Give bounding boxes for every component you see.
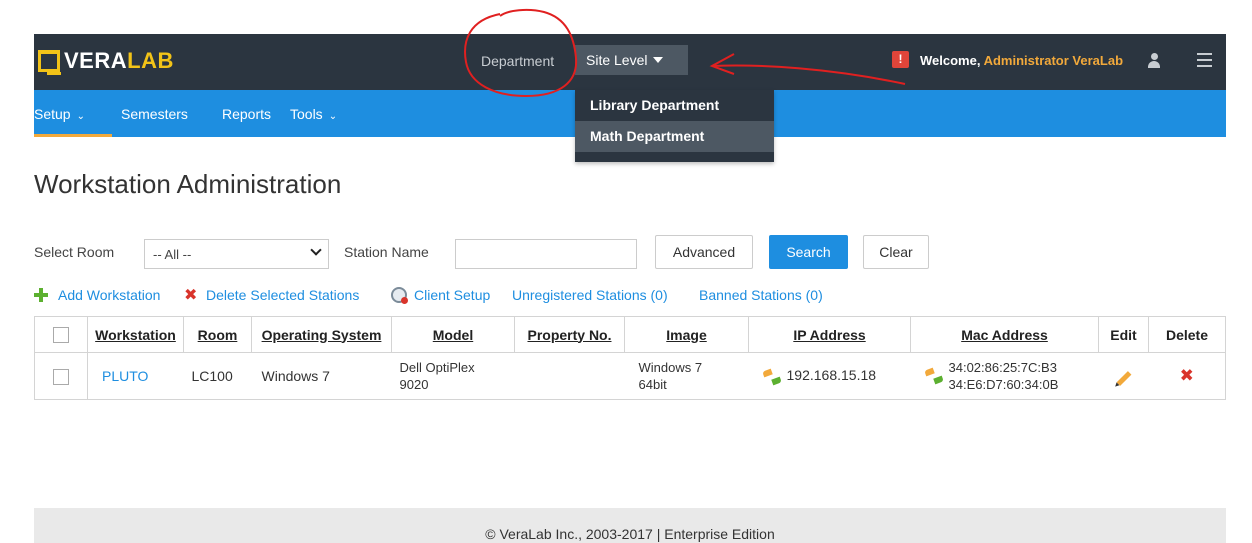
add-icon: [34, 288, 48, 302]
clear-button[interactable]: Clear: [863, 235, 929, 269]
page-title: Workstation Administration: [34, 169, 342, 199]
top-navbar: VERA LAB Department Site Level ! Welcome,…: [34, 34, 1226, 90]
mac-line-2: 34:E6:D7:60:34:0B: [948, 377, 1059, 392]
delete-selected-link[interactable]: Delete Selected Stations: [206, 287, 359, 303]
image-line-1: Windows 7: [638, 360, 703, 375]
col-image[interactable]: Image: [624, 316, 749, 353]
image-line-2: 64bit: [638, 377, 667, 392]
workstation-cell: PLUTO: [87, 352, 184, 400]
os-cell: Windows 7: [251, 352, 392, 400]
col-edit: Edit: [1098, 316, 1149, 353]
delete-x-icon[interactable]: ✖: [1180, 366, 1194, 385]
active-nav-indicator: [34, 134, 112, 137]
table-header-row: Workstation Room Operating System Model …: [34, 316, 1226, 353]
unregistered-stations-link[interactable]: Unregistered Stations (0): [512, 287, 668, 303]
select-all-checkbox[interactable]: [53, 327, 69, 344]
search-button[interactable]: Search: [769, 235, 848, 269]
logo-text-vera: VERA: [64, 48, 128, 73]
col-workstation[interactable]: Workstation: [87, 316, 184, 353]
chevron-down-icon: ⌄: [76, 111, 85, 122]
nav-item-label: Reports: [222, 106, 272, 122]
edit-cell: [1098, 352, 1149, 400]
station-name-label: Station Name: [344, 244, 429, 260]
footer-text: © VeraLab Inc., 2003-2017 | Enterprise E…: [485, 526, 775, 542]
dropdown-item-library[interactable]: Library Department: [575, 90, 774, 121]
hamburger-menu-icon[interactable]: [1197, 53, 1212, 67]
property-cell: [514, 352, 625, 400]
chevron-down-icon: [310, 244, 322, 256]
veralab-logo[interactable]: VERA LAB: [38, 48, 174, 75]
welcome-user-link[interactable]: Administrator VeraLab: [984, 53, 1123, 68]
model-cell: Dell OptiPlex 9020: [391, 352, 515, 400]
welcome-prefix: Welcome,: [920, 53, 984, 68]
site-level-dropdown[interactable]: Site Level: [575, 45, 688, 75]
alert-icon[interactable]: !: [892, 51, 909, 68]
select-all-header: [34, 316, 88, 353]
nav-item-semesters[interactable]: Semesters: [121, 106, 188, 122]
image-cell: Windows 7 64bit: [624, 352, 749, 400]
col-os[interactable]: Operating System: [251, 316, 392, 353]
room-select[interactable]: -- All --: [144, 239, 329, 269]
row-select-cell: [34, 352, 88, 400]
col-ip[interactable]: IP Address: [748, 316, 911, 353]
workstation-link[interactable]: PLUTO: [102, 368, 148, 384]
ip-value: 192.168.15.18: [786, 367, 877, 384]
col-property[interactable]: Property No.: [514, 316, 625, 353]
client-setup-icon: [391, 287, 408, 304]
model-line-2: 9020: [399, 377, 429, 392]
nav-item-reports[interactable]: Reports: [222, 106, 271, 122]
nav-item-setup[interactable]: Setup ⌄: [34, 106, 85, 122]
nav-item-label: Setup: [34, 106, 71, 122]
chevron-down-icon: ⌄: [328, 111, 338, 122]
add-workstation-link[interactable]: Add Workstation: [58, 287, 160, 303]
workstations-table: Workstation Room Operating System Model …: [34, 316, 1226, 400]
room-cell: LC100: [183, 352, 252, 400]
caret-down-icon: [653, 57, 664, 63]
banned-stations-link[interactable]: Banned Stations (0): [699, 287, 823, 303]
col-delete: Delete: [1148, 316, 1226, 353]
row-checkbox[interactable]: [53, 368, 69, 385]
monitor-logo-icon: [38, 50, 61, 75]
mac-cell: 34:02:86:25:7C:B3 34:E6:D7:60:34:0B: [910, 352, 1099, 400]
department-label: Department: [481, 53, 555, 69]
delete-cell: ✖: [1148, 352, 1226, 400]
col-room[interactable]: Room: [183, 316, 252, 353]
footer: © VeraLab Inc., 2003-2017 | Enterprise E…: [34, 508, 1226, 543]
model-line-1: Dell OptiPlex: [399, 360, 475, 375]
dropdown-item-math[interactable]: Math Department: [575, 121, 774, 152]
mac-line-1: 34:02:86:25:7C:B3: [948, 360, 1057, 375]
col-model[interactable]: Model: [391, 316, 515, 353]
nav-item-label: Semesters: [121, 106, 188, 122]
welcome-text: Welcome, Administrator VeraLab: [920, 53, 1123, 68]
table-row: PLUTO LC100 Windows 7 Dell OptiPlex 9020…: [34, 352, 1226, 400]
logo-text-lab: LAB: [127, 48, 174, 73]
department-dropdown-menu: Library Department Math Department: [575, 90, 774, 162]
sync-icon: [763, 369, 781, 385]
site-level-label: Site Level: [586, 52, 648, 68]
station-name-input[interactable]: [455, 239, 637, 269]
room-select-value: -- All --: [153, 247, 192, 262]
client-setup-link[interactable]: Client Setup: [414, 287, 490, 303]
nav-item-tools[interactable]: Tools ⌄: [290, 106, 337, 122]
user-icon[interactable]: [1147, 53, 1161, 69]
nav-item-label: Tools: [290, 106, 323, 122]
col-mac[interactable]: Mac Address: [910, 316, 1099, 353]
pencil-edit-icon[interactable]: [1116, 371, 1131, 386]
select-room-label: Select Room: [34, 244, 115, 260]
sync-icon: [925, 368, 943, 384]
delete-x-icon: ✖: [184, 287, 198, 304]
ip-cell: 192.168.15.18: [748, 352, 911, 400]
advanced-button[interactable]: Advanced: [655, 235, 753, 269]
